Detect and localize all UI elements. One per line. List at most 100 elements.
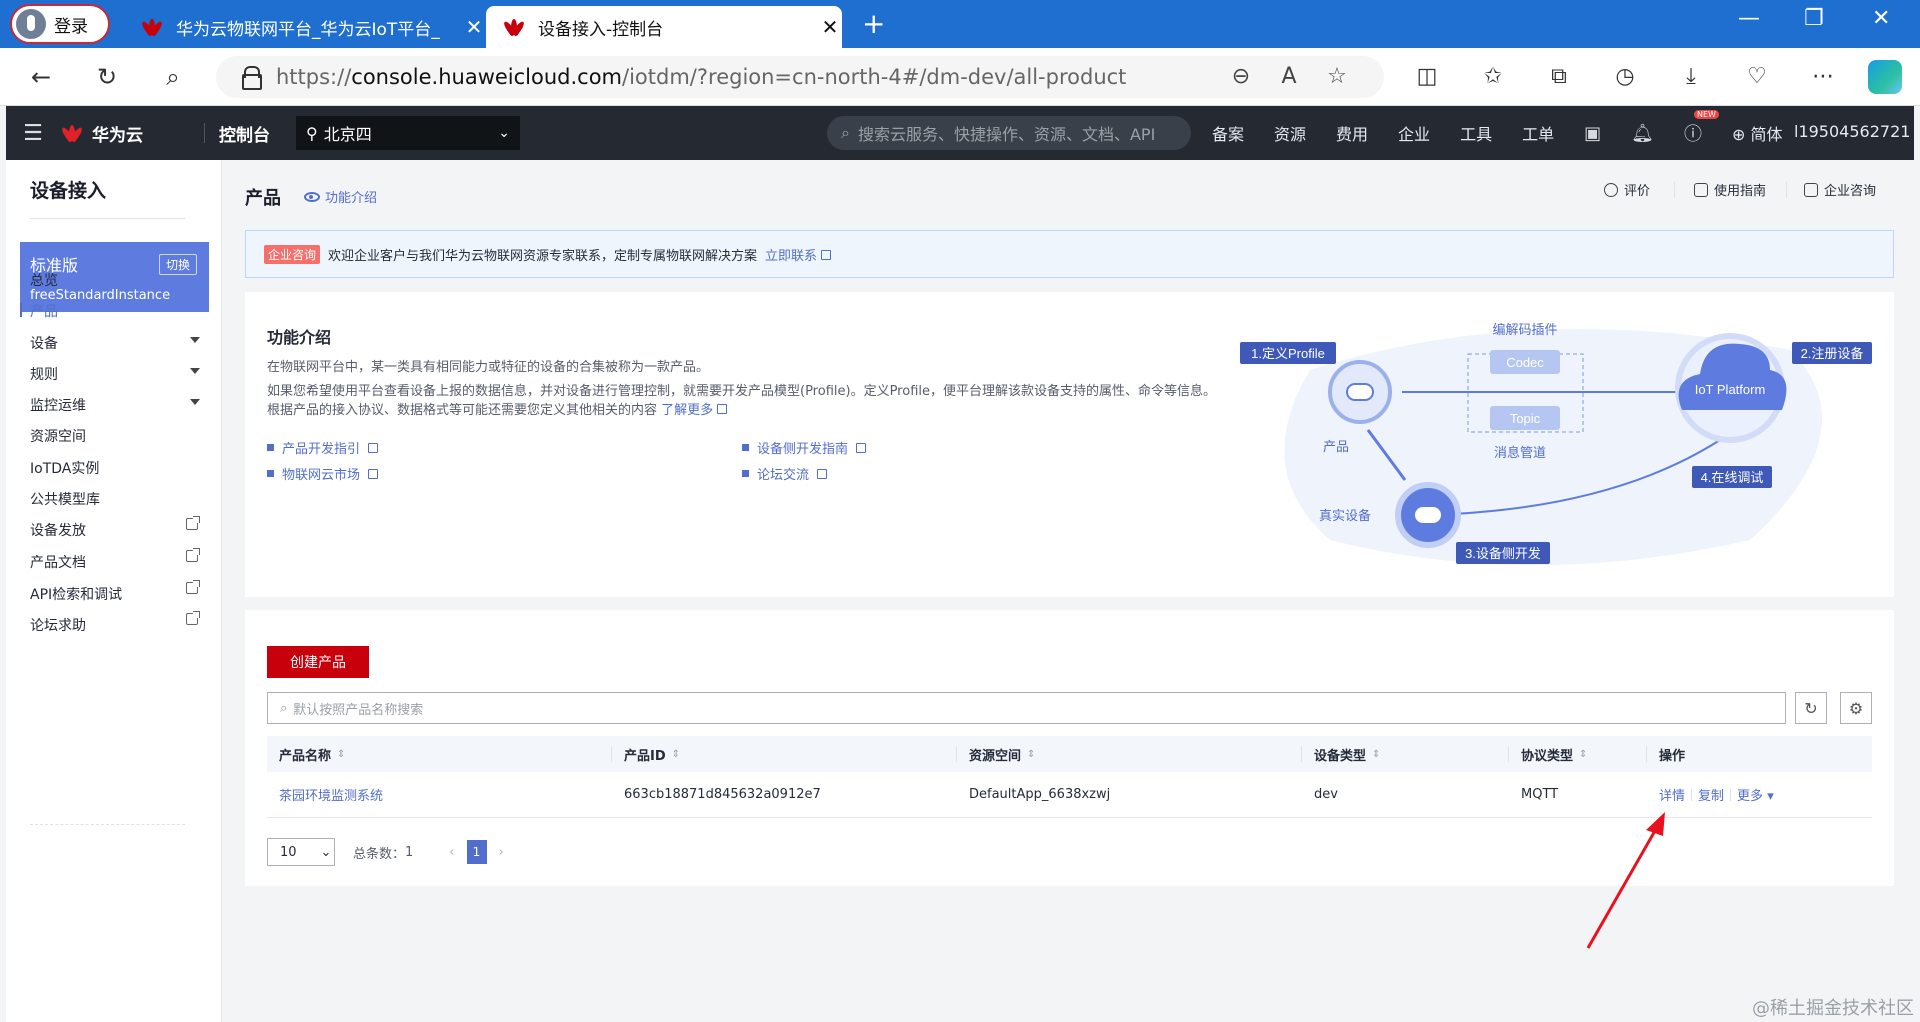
profile-login-button[interactable]: 登录 <box>10 4 110 44</box>
new-tab-icon[interactable]: + <box>862 6 885 42</box>
sidebar-item-provisioning[interactable]: 设备发放 <box>30 516 210 540</box>
sort-icon: ⇕ <box>1027 748 1036 760</box>
favorites-icon[interactable]: ✩ <box>1476 60 1510 94</box>
refresh-button[interactable]: ↻ <box>1795 692 1827 724</box>
sidebar-item-label: 产品文档 <box>30 555 86 571</box>
sidebar-item-monitoring[interactable]: 监控运维 <box>30 395 210 415</box>
search-icon[interactable]: ⌕ <box>156 60 190 94</box>
read-aloud-icon[interactable]: A <box>1274 62 1304 92</box>
menu-item-beian[interactable]: 备案 <box>1212 121 1244 145</box>
contact-link[interactable]: 立即联系 <box>765 245 832 264</box>
download-icon[interactable]: ⤓ <box>1674 60 1708 94</box>
divider <box>1730 788 1732 801</box>
learn-more-link[interactable]: 了解更多 <box>661 403 713 418</box>
column-header[interactable]: 协议类型 ⇕ <box>1509 736 1647 772</box>
doc-link-device-guide[interactable]: 设备侧开发指南 <box>742 438 867 457</box>
sidebar-item-products[interactable]: 产品 <box>20 301 210 321</box>
step-3-label: 3.设备侧开发 <box>1465 546 1541 561</box>
more-dropdown[interactable]: 更多 ▾ <box>1737 785 1774 804</box>
more-label: 更多 <box>1737 789 1764 804</box>
create-product-button[interactable]: 创建产品 <box>267 646 369 678</box>
minimize-icon[interactable]: — <box>1738 6 1760 31</box>
settings-button[interactable]: ⚙ <box>1840 692 1872 724</box>
page-title: 产品 <box>245 188 281 209</box>
window-close-icon[interactable]: ✕ <box>1872 6 1890 31</box>
terminal-icon[interactable]: ▣ <box>1584 123 1601 144</box>
sidebar-item-forum[interactable]: 论坛求助 <box>30 611 210 635</box>
intro-link[interactable]: 功能介绍 <box>304 187 377 206</box>
column-header[interactable]: 产品名称 ⇕ <box>267 736 612 772</box>
sidebar: 设备接入 标准版 切换 freeStandardInstance 总览 产品 设… <box>6 160 222 1022</box>
language-select[interactable]: ⊕ 简体 <box>1732 121 1783 145</box>
help-icon[interactable]: ⓘ NEW <box>1684 110 1719 146</box>
zoom-out-icon[interactable]: ⊖ <box>1226 62 1256 92</box>
copilot-icon[interactable] <box>1868 60 1902 94</box>
restore-icon[interactable]: ❐ <box>1804 6 1824 31</box>
copy-link[interactable]: 复制 <box>1698 785 1724 804</box>
console-link[interactable]: 控制台 <box>219 121 270 146</box>
sidebar-item-devices[interactable]: 设备 <box>30 333 210 353</box>
avatar-icon <box>16 9 46 39</box>
refresh-icon[interactable]: ↻ <box>90 60 124 94</box>
doc-link-label: 论坛交流 <box>757 468 810 483</box>
collections-icon[interactable]: ⧉ <box>1542 60 1576 94</box>
bell-icon[interactable]: 🔔︎ <box>1631 123 1654 144</box>
sidebar-item-public-models[interactable]: 公共模型库 <box>30 489 210 509</box>
divider <box>204 123 205 143</box>
user-account[interactable]: l19504562721 <box>1794 122 1910 141</box>
next-page-icon[interactable]: › <box>499 845 504 860</box>
close-icon[interactable]: ✕ <box>818 15 842 39</box>
split-screen-icon[interactable]: ◫ <box>1410 60 1444 94</box>
consult-button[interactable]: 企业咨询 <box>1804 180 1876 199</box>
doc-link-product-guide[interactable]: 产品开发指引 <box>267 438 379 457</box>
smile-icon <box>1604 182 1618 197</box>
more-icon[interactable]: ⋯ <box>1806 60 1840 94</box>
divider <box>1674 182 1675 198</box>
menu-item-tickets[interactable]: 工单 <box>1522 121 1554 145</box>
location-pin-icon: ⚲ <box>306 123 318 143</box>
browser-tab-1[interactable]: 华为云物联网平台_华为云IoT平台_ ✕ <box>124 6 486 48</box>
menu-item-enterprise[interactable]: 企业 <box>1398 121 1430 145</box>
sidebar-item-label: 论坛求助 <box>30 618 86 634</box>
sidebar-item-iotda-instance[interactable]: IoTDA实例 <box>30 458 210 478</box>
column-header[interactable]: 资源空间 ⇕ <box>957 736 1302 772</box>
column-header[interactable]: 设备类型 ⇕ <box>1302 736 1509 772</box>
brand[interactable]: 华为云 <box>60 121 190 146</box>
browser-tab-2[interactable]: 设备接入-控制台 ✕ <box>486 6 842 48</box>
step-1-label: 1.定义Profile <box>1251 346 1325 361</box>
back-icon[interactable]: ← <box>24 60 58 94</box>
console-search-input[interactable]: ⌕ 搜索云服务、快捷操作、资源、文档、API <box>827 116 1191 150</box>
performance-icon[interactable]: ♡ <box>1740 60 1774 94</box>
doc-link-label: 物联网云市场 <box>282 468 361 483</box>
favorite-star-icon[interactable]: ☆ <box>1322 62 1352 92</box>
url-input[interactable]: https://console.huaweicloud.com/iotdm/?r… <box>216 56 1384 98</box>
menu-item-resources[interactable]: 资源 <box>1274 121 1306 145</box>
doc-link-marketplace[interactable]: 物联网云市场 <box>267 464 379 483</box>
sidebar-item-api-explorer[interactable]: API检索和调试 <box>30 580 210 604</box>
search-placeholder: 默认按照产品名称搜索 <box>293 702 424 718</box>
prev-page-icon[interactable]: ‹ <box>449 845 454 860</box>
external-link-icon <box>368 468 379 479</box>
column-label: 协议类型 <box>1521 748 1574 764</box>
real-device-label: 真实设备 <box>1319 508 1371 523</box>
sidebar-item-overview[interactable]: 总览 <box>30 270 210 290</box>
page-number[interactable]: 1 <box>466 840 487 864</box>
menu-icon[interactable]: ☰ <box>6 121 60 146</box>
guide-button[interactable]: 使用指南 <box>1694 180 1766 199</box>
page-size-select[interactable]: 10 ⌄ <box>267 838 335 866</box>
product-name-link[interactable]: 茶园环境监测系统 <box>279 785 383 804</box>
product-search-input[interactable]: ⌕ 默认按照产品名称搜索 <box>267 692 1786 724</box>
menu-item-billing[interactable]: 费用 <box>1336 121 1368 145</box>
product-id: 663cb18871d845632a0912e7 <box>624 787 821 802</box>
column-header[interactable]: 产品ID ⇕ <box>612 736 957 772</box>
history-icon[interactable]: ◷ <box>1608 60 1642 94</box>
menu-item-tools[interactable]: 工具 <box>1460 121 1492 145</box>
sidebar-item-resource-space[interactable]: 资源空间 <box>30 426 210 446</box>
region-select[interactable]: ⚲ 北京四 ⌄ <box>296 116 520 150</box>
close-icon[interactable]: ✕ <box>462 15 486 39</box>
column-label: 产品名称 <box>279 748 332 764</box>
sidebar-item-rules[interactable]: 规则 <box>30 364 210 384</box>
feedback-button[interactable]: 评价 <box>1604 180 1650 199</box>
doc-link-forum[interactable]: 论坛交流 <box>742 464 828 483</box>
sidebar-item-docs[interactable]: 产品文档 <box>30 548 210 572</box>
